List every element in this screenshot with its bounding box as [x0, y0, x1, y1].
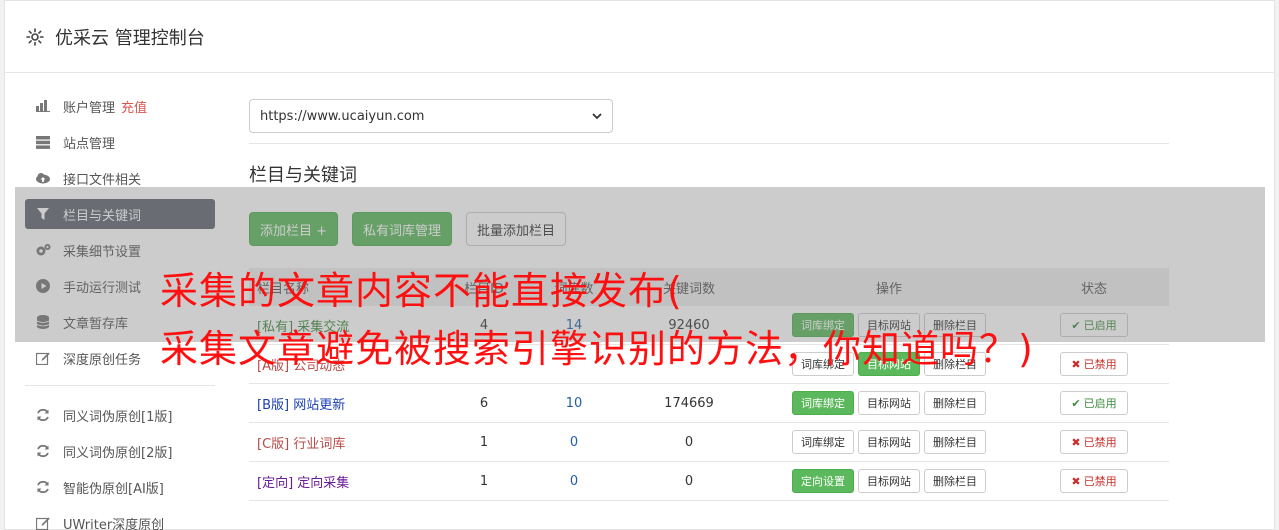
edit-icon	[35, 350, 51, 366]
recharge-link[interactable]: 充值	[121, 97, 147, 116]
column-title: 行业词库	[293, 436, 346, 452]
delete-column-button[interactable]: 删除栏目	[924, 469, 986, 493]
sidebar-item-sites[interactable]: 站点管理	[25, 127, 215, 157]
status-label: 已禁用	[1083, 475, 1117, 488]
refresh-icon	[35, 407, 51, 423]
table-row: [定向] 定向采集 1 0 0 定向设置 目标网站 删除栏目 ✖ 已禁用	[249, 462, 1169, 501]
section-title: 栏目与关键词	[249, 165, 357, 186]
chevron-down-icon	[592, 109, 602, 124]
status-label: 已禁用	[1083, 436, 1117, 449]
app-header: 优采云 管理控制台	[5, 1, 1274, 73]
refresh-icon	[35, 443, 51, 459]
column-id: 1	[479, 434, 489, 450]
library-count[interactable]: 10	[529, 396, 619, 411]
bind-library-button[interactable]: 词库绑定	[792, 391, 854, 415]
cloud-upload-icon	[35, 170, 51, 186]
sidebar-divider	[25, 385, 215, 386]
column-name[interactable]: [定向] 定向采集	[249, 472, 439, 491]
sidebar-item-label: 同义词伪原创[1版]	[63, 409, 173, 425]
sidebar-item-label: 深度原创任务	[63, 352, 142, 368]
target-site-button[interactable]: 目标网站	[858, 391, 920, 415]
gear-icon	[25, 27, 45, 47]
status-toggle[interactable]: ✔ 已启用	[1060, 391, 1128, 415]
sidebar-item-ai-rewrite[interactable]: 智能伪原创[AI版]	[25, 472, 215, 502]
keyword-count: 0	[684, 473, 694, 489]
column-title: 网站更新	[293, 397, 346, 413]
table-row: [C版] 行业词库 1 0 0 词库绑定 目标网站 删除栏目 ✖ 已禁用	[249, 423, 1169, 462]
sidebar-item-uwriter[interactable]: UWriter深度原创	[25, 508, 215, 530]
sidebar-item-label: 同义词伪原创[2版]	[63, 445, 173, 461]
sidebar-item-label: 接口文件相关	[63, 172, 142, 188]
directed-settings-button[interactable]: 定向设置	[792, 469, 854, 493]
row-actions: 定向设置 目标网站 删除栏目	[759, 469, 1019, 493]
status-label: 已启用	[1083, 397, 1117, 410]
delete-column-button[interactable]: 删除栏目	[924, 391, 986, 415]
column-id: 1	[479, 473, 489, 489]
row-actions: 词库绑定 目标网站 删除栏目	[759, 391, 1019, 415]
sidebar-item-label: 智能伪原创[AI版]	[63, 481, 164, 497]
column-prefix: [C版]	[257, 436, 290, 452]
column-name[interactable]: [B版] 网站更新	[249, 394, 439, 413]
site-select[interactable]: https://www.ucaiyun.com	[249, 99, 613, 133]
column-title: 定向采集	[297, 475, 350, 491]
sidebar-item-label: 站点管理	[63, 136, 116, 152]
refresh-icon	[35, 479, 51, 495]
column-prefix: [B版]	[257, 397, 290, 413]
sidebar-item-synonym-v1[interactable]: 同义词伪原创[1版]	[25, 400, 215, 430]
column-prefix: [定向]	[257, 475, 294, 491]
server-icon	[35, 134, 51, 150]
overlay-caption-line: 采集的文章内容不能直接发布(	[160, 269, 683, 313]
target-site-button[interactable]: 目标网站	[858, 469, 920, 493]
keyword-count: 174669	[664, 395, 714, 411]
column-id: 6	[479, 395, 489, 411]
target-site-button[interactable]: 目标网站	[858, 430, 920, 454]
check-icon: ✔	[1071, 396, 1081, 410]
bar-chart-icon	[35, 98, 51, 114]
library-count[interactable]: 0	[529, 435, 619, 450]
status-toggle[interactable]: ✖ 已禁用	[1060, 469, 1128, 493]
close-icon: ✖	[1071, 435, 1081, 449]
close-icon: ✖	[1071, 474, 1081, 488]
bind-library-button[interactable]: 词库绑定	[792, 430, 854, 454]
sidebar-item-label: 账户管理	[63, 100, 116, 116]
edit-icon	[35, 515, 51, 530]
sidebar-item-account[interactable]: 账户管理 充值	[25, 91, 215, 121]
site-select-value: https://www.ucaiyun.com	[260, 108, 425, 124]
overlay-caption: 采集的文章内容不能直接发布( 采集文章避免被搜索引擎识别的方法，你知道吗？)	[160, 262, 1160, 378]
sidebar-item-synonym-v2[interactable]: 同义词伪原创[2版]	[25, 436, 215, 466]
status-toggle[interactable]: ✖ 已禁用	[1060, 430, 1128, 454]
keyword-count: 0	[684, 434, 694, 450]
row-actions: 词库绑定 目标网站 删除栏目	[759, 430, 1019, 454]
page-title: 优采云 管理控制台	[55, 27, 205, 49]
delete-column-button[interactable]: 删除栏目	[924, 430, 986, 454]
library-count[interactable]: 0	[529, 474, 619, 489]
divider	[249, 143, 1169, 144]
overlay-caption-line: 采集文章避免被搜索引擎识别的方法，你知道吗？)	[160, 327, 1034, 371]
table-row: [B版] 网站更新 6 10 174669 词库绑定 目标网站 删除栏目 ✔ 已启…	[249, 384, 1169, 423]
sidebar-item-label: UWriter深度原创	[63, 517, 165, 530]
column-name[interactable]: [C版] 行业词库	[249, 433, 439, 452]
